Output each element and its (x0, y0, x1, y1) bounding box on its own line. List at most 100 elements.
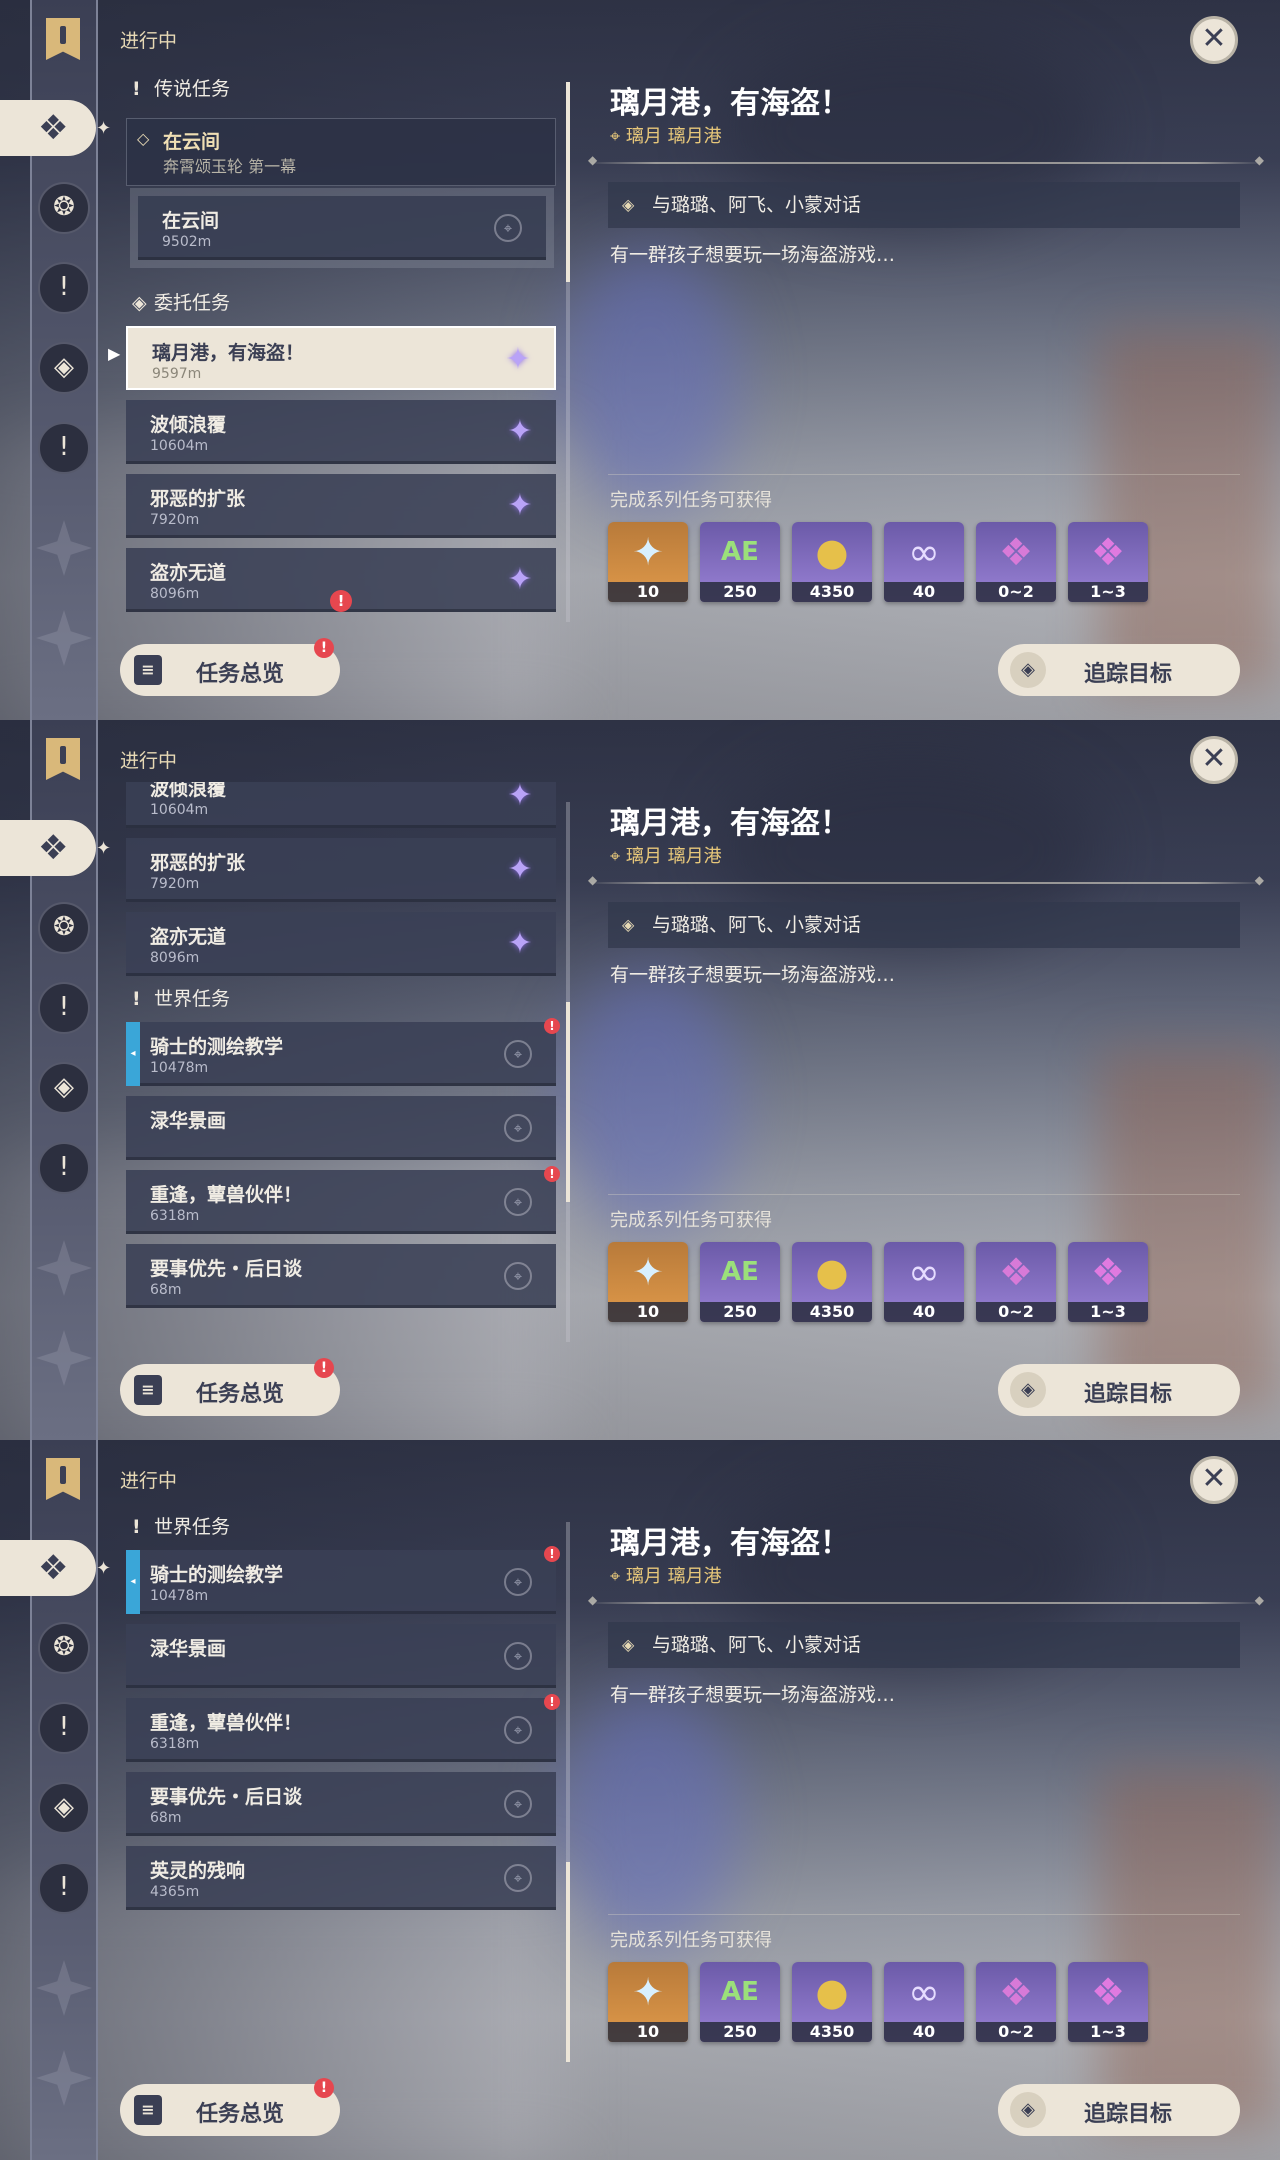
tab-story-quests[interactable]: ! (38, 262, 90, 314)
quest-title: 璃月港，有海盗！ (610, 86, 850, 121)
quest-overview-button[interactable]: ≡ 任务总览 ! (120, 638, 340, 696)
tab-world-quests[interactable]: ! (38, 1142, 90, 1194)
adventure-exp-icon[interactable]: AE 250 (700, 1242, 780, 1322)
mora-icon[interactable]: ● 4350 (792, 522, 872, 602)
commission-icon: ✦ (507, 782, 533, 813)
tab-commission-quests[interactable]: ◈ (38, 1062, 90, 1114)
map-pin-icon: ⌖ (504, 1642, 532, 1670)
primogem-icon[interactable]: ✦ 10 (608, 522, 688, 602)
primogem-icon[interactable]: ✦ 10 (608, 1962, 688, 2042)
world-quest-item[interactable]: 要事优先・后日谈 68m ⌖ (126, 1244, 556, 1308)
quest-list[interactable]: 波倾浪覆 10604m ✦ 邪恶的扩张 7920m ✦ 盗亦无道 8096m ✦… (120, 782, 560, 1342)
divider (588, 1593, 1264, 1607)
legend-subquest[interactable]: 在云间 9502m ⌖ (130, 188, 554, 268)
tab-story-quests[interactable]: ! (38, 1702, 90, 1754)
commission-item[interactable]: 邪恶的扩张 7920m ✦ (126, 474, 556, 538)
commission-icon: ✦ (507, 488, 533, 523)
commission-item[interactable]: 波倾浪覆 10604m ✦ (126, 400, 556, 464)
track-objective-button[interactable]: ◈ 追踪目标 (998, 644, 1240, 696)
track-diamond-icon: ◈ (1010, 1372, 1046, 1408)
crystal-green-icon[interactable]: ❖ 0~2 (976, 1962, 1056, 2042)
close-button[interactable]: ✕ (1190, 1456, 1238, 1504)
crystal-purple-icon[interactable]: ❖ 1~3 (1068, 1242, 1148, 1322)
world-quest-item[interactable]: 要事优先・后日谈 68m ⌖ (126, 1772, 556, 1836)
legend-quest-header[interactable]: ◇ 在云间 奔霄颂玉轮 第一幕 (126, 118, 556, 186)
tab-all-quests[interactable]: ❖ ✦ (0, 1540, 111, 1596)
divider (588, 153, 1264, 167)
mora-icon[interactable]: ● 4350 (792, 1242, 872, 1322)
primogem-icon[interactable]: ✦ 10 (608, 1242, 688, 1322)
close-button[interactable]: ✕ (1190, 736, 1238, 784)
scrollbar[interactable] (566, 802, 570, 1342)
rewards-label: 完成系列任务可获得 (610, 1930, 772, 1951)
quest-overview-button[interactable]: ≡ 任务总览 ! (120, 2078, 340, 2136)
commission-item[interactable]: 邪恶的扩张 7920m ✦ (126, 838, 556, 902)
quest-panel-3: ❖ ✦ ❂ ! ◈ ! 进行中 ! 世界任务 ◂ 骑士的测绘教学 10478m ⌖ … (0, 1440, 1280, 2160)
world-quest-item[interactable]: 重逢，蕈兽伙伴！ 6318m ⌖ ! (126, 1166, 560, 1234)
quest-overview-button[interactable]: ≡ 任务总览 ! (120, 1358, 340, 1416)
world-quest-item[interactable]: 英灵的残响 4365m ⌖ (126, 1846, 556, 1910)
commission-item-selected[interactable]: 璃月港，有海盗！ 9597m ✦ (126, 326, 556, 390)
new-badge-icon: ! (544, 1694, 560, 1710)
quest-description: 有一群孩子想要玩一场海盗游戏… (610, 964, 896, 986)
new-badge-icon: ! (544, 1546, 560, 1562)
tab-all-quests[interactable]: ❖ ✦ (0, 820, 111, 876)
new-badge-icon: ! (544, 1166, 560, 1182)
tab-world-quests[interactable]: ! (38, 422, 90, 474)
world-quest-item[interactable]: 渌华景画 ⌖ (126, 1624, 556, 1688)
map-pin-icon: ⌖ (504, 1114, 532, 1142)
companionship-exp-icon[interactable]: ∞ 40 (884, 522, 964, 602)
track-objective-button[interactable]: ◈ 追踪目标 (998, 2084, 1240, 2136)
tab-commission-quests[interactable]: ◈ (38, 1782, 90, 1834)
location-pin-icon: ⌖ (610, 846, 626, 867)
divider (608, 1194, 1240, 1195)
world-quest-item[interactable]: 重逢，蕈兽伙伴！ 6318m ⌖ ! (126, 1694, 560, 1762)
scrollbar[interactable] (566, 82, 570, 622)
in-progress-label: 进行中 (120, 1470, 178, 1492)
companionship-exp-icon[interactable]: ∞ 40 (884, 1242, 964, 1322)
crystal-purple-icon[interactable]: ❖ 1~3 (1068, 1962, 1148, 2042)
tab-all-quests[interactable]: ❖ ✦ (0, 100, 111, 156)
quest-list[interactable]: ! 世界任务 ◂ 骑士的测绘教学 10478m ⌖ ! 渌华景画 ⌖ 重逢，蕈兽伙… (120, 1510, 560, 2060)
objective-diamond-icon: ◈ (622, 195, 635, 214)
map-pin-icon: ⌖ (504, 1188, 532, 1216)
commission-icon: ✦ (507, 852, 533, 887)
rewards-label: 完成系列任务可获得 (610, 490, 772, 511)
crystal-green-icon[interactable]: ❖ 0~2 (976, 522, 1056, 602)
tab-commission-quests[interactable]: ◈ (38, 342, 90, 394)
commission-item[interactable]: 盗亦无道 8096m ✦ (126, 912, 556, 976)
scrollbar[interactable] (566, 1522, 570, 2062)
commission-item[interactable]: 波倾浪覆 10604m ✦ (126, 782, 556, 828)
tab-archon-quests[interactable]: ❂ (38, 1622, 90, 1674)
track-objective-button[interactable]: ◈ 追踪目标 (998, 1364, 1240, 1416)
new-badge-icon: ! (544, 1018, 560, 1034)
companionship-exp-icon[interactable]: ∞ 40 (884, 1962, 964, 2042)
map-pin-icon: ⌖ (494, 214, 522, 242)
notification-badge: ! (314, 638, 334, 658)
tab-story-quests[interactable]: ! (38, 982, 90, 1034)
world-quest-item-tracked[interactable]: ◂ 骑士的测绘教学 10478m ⌖ ! (126, 1018, 560, 1086)
tab-world-quests[interactable]: ! (38, 1862, 90, 1914)
quest-description: 有一群孩子想要玩一场海盗游戏… (610, 244, 896, 266)
crystal-green-icon[interactable]: ❖ 0~2 (976, 1242, 1056, 1322)
tracked-indicator: ◂ (126, 1022, 140, 1086)
legend-diamond-icon: ◇ (137, 129, 150, 148)
world-quest-item-tracked[interactable]: ◂ 骑士的测绘教学 10478m ⌖ ! (126, 1546, 560, 1614)
map-pin-icon: ⌖ (504, 1790, 532, 1818)
tab-archon-quests[interactable]: ❂ (38, 902, 90, 954)
tracked-indicator: ◂ (126, 1550, 140, 1614)
crystal-purple-icon[interactable]: ❖ 1~3 (1068, 522, 1148, 602)
adventure-exp-icon[interactable]: AE 250 (700, 1962, 780, 2042)
map-pin-icon: ⌖ (504, 1864, 532, 1892)
tab-archon-quests[interactable]: ❂ (38, 182, 90, 234)
quest-objective: ◈ 与璐璐、阿飞、小蒙对话 (608, 902, 1240, 948)
commission-tracked-icon: ✦ (505, 342, 531, 377)
close-button[interactable]: ✕ (1190, 16, 1238, 64)
track-diamond-icon: ◈ (1010, 652, 1046, 688)
adventure-exp-icon[interactable]: AE 250 (700, 522, 780, 602)
rewards-label: 完成系列任务可获得 (610, 1210, 772, 1231)
quest-list[interactable]: ! 传说任务 ◇ 在云间 奔霄颂玉轮 第一幕 在云间 9502m ⌖ ◈ 委托任务 … (120, 72, 560, 622)
mora-icon[interactable]: ● 4350 (792, 1962, 872, 2042)
world-quest-item[interactable]: 渌华景画 ⌖ (126, 1096, 556, 1160)
screenshot-stack: ❖ ✦ ❂ ! ◈ ! 进行中 ! 传说任务 ◇ 在云间 奔霄颂玉轮 第一幕 在云间… (0, 0, 1280, 2160)
